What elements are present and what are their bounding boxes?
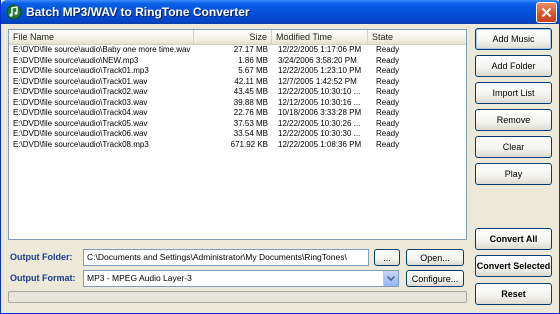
cell-file-name: E:\DVD\file source\audio\Track05.wav bbox=[13, 118, 148, 128]
table-row[interactable]: E:\DVD\file source\audio\Track04.wav 22.… bbox=[9, 108, 466, 119]
cell-modified-time: 12/22/2005 10:30:30 ... bbox=[278, 129, 361, 138]
table-row[interactable]: E:\DVD\file source\audio\Track02.wav 43.… bbox=[9, 87, 466, 98]
cell-file-name: E:\DVD\file source\audio\Track02.wav bbox=[13, 87, 148, 96]
table-row[interactable]: E:\DVD\file source\audio\NEW.mp3 1.86 MB… bbox=[9, 56, 466, 67]
music-note-icon bbox=[6, 4, 22, 20]
import-list-button[interactable]: Import List bbox=[475, 82, 552, 104]
cell-modified-time: 12/7/2005 1:42:52 PM bbox=[278, 76, 357, 86]
cell-modified-time: 3/24/2006 3:58:20 PM bbox=[278, 55, 357, 65]
cell-state: Ready bbox=[376, 87, 400, 96]
cell-file-name: E:\DVD\file source\audio\Baby one more t… bbox=[13, 45, 191, 54]
cell-file-name: E:\DVD\file source\audio\Track03.wav bbox=[13, 97, 148, 107]
table-row[interactable]: E:\DVD\file source\audio\Track06.wav 33.… bbox=[9, 129, 466, 140]
column-header-file-name[interactable]: File Name bbox=[9, 30, 194, 45]
cell-modified-time: 12/22/2005 1:23:10 PM bbox=[278, 66, 362, 75]
cell-file-name: E:\DVD\file source\audio\NEW.mp3 bbox=[13, 55, 139, 65]
add-music-button[interactable]: Add Music bbox=[475, 28, 552, 50]
table-row[interactable]: E:\DVD\file source\audio\Track08.mp3 671… bbox=[9, 140, 466, 151]
column-header-size[interactable]: Size bbox=[194, 30, 272, 45]
list-body: E:\DVD\file source\audio\Baby one more t… bbox=[9, 45, 466, 150]
table-row[interactable]: E:\DVD\file source\audio\Baby one more t… bbox=[9, 45, 466, 56]
output-folder-field[interactable]: C:\Documents and Settings\Administrator\… bbox=[83, 249, 369, 266]
cell-size: 22.76 MB bbox=[233, 108, 268, 117]
convert-selected-button[interactable]: Convert Selected bbox=[475, 255, 552, 277]
output-format-select[interactable]: MP3 - MPEG Audio Layer-3 bbox=[83, 270, 399, 287]
cell-file-name: E:\DVD\file source\audio\Track08.mp3 bbox=[13, 139, 149, 149]
configure-button[interactable]: Configure... bbox=[406, 270, 464, 287]
cell-state: Ready bbox=[376, 139, 400, 149]
cell-file-name: E:\DVD\file source\audio\Track01.wav bbox=[13, 76, 148, 86]
cell-size: 43.45 MB bbox=[233, 87, 268, 96]
cell-file-name: E:\DVD\file source\audio\Track06.wav bbox=[13, 129, 148, 138]
cell-state: Ready bbox=[376, 55, 400, 65]
cell-state: Ready bbox=[376, 108, 400, 117]
remove-button[interactable]: Remove bbox=[475, 109, 552, 131]
close-icon bbox=[541, 7, 552, 18]
column-header-modified-time[interactable]: Modified Time bbox=[272, 30, 368, 45]
table-row[interactable]: E:\DVD\file source\audio\Track01.mp3 5.6… bbox=[9, 66, 466, 77]
cell-size: 671.92 KB bbox=[230, 139, 268, 149]
cell-modified-time: 12/22/2005 10:30:10 ... bbox=[278, 87, 361, 96]
cell-modified-time: 12/22/2005 10:30:26 ... bbox=[278, 118, 361, 128]
cell-state: Ready bbox=[376, 129, 400, 138]
cell-state: Ready bbox=[376, 66, 400, 75]
play-button[interactable]: Play bbox=[475, 163, 552, 185]
conversion-progress-bar bbox=[8, 291, 467, 303]
cell-state: Ready bbox=[376, 45, 400, 54]
chevron-down-icon bbox=[387, 276, 395, 281]
cell-size: 27.17 MB bbox=[233, 45, 268, 54]
cell-file-name: E:\DVD\file source\audio\Track01.mp3 bbox=[13, 66, 149, 75]
cell-modified-time: 12/12/2005 10:30:16 ... bbox=[278, 97, 361, 107]
cell-modified-time: 10/18/2006 3:33:28 PM bbox=[278, 108, 362, 117]
list-header: File Name Size Modified Time State bbox=[9, 30, 466, 45]
cell-size: 5.67 MB bbox=[238, 66, 268, 75]
output-format-label: Output Format: bbox=[10, 273, 76, 283]
close-button[interactable] bbox=[536, 2, 557, 23]
cell-modified-time: 12/22/2005 1:08:36 PM bbox=[278, 139, 362, 149]
column-header-state[interactable]: State bbox=[368, 30, 466, 45]
cell-size: 39.88 MB bbox=[233, 97, 268, 107]
open-button[interactable]: Open... bbox=[406, 249, 464, 266]
cell-state: Ready bbox=[376, 97, 400, 107]
cell-state: Ready bbox=[376, 76, 400, 86]
browse-button[interactable]: ... bbox=[374, 249, 400, 266]
table-row[interactable]: E:\DVD\file source\audio\Track05.wav 37.… bbox=[9, 119, 466, 130]
main-window: Batch MP3/WAV to RingTone Converter File… bbox=[0, 0, 560, 314]
table-row[interactable]: E:\DVD\file source\audio\Track03.wav 39.… bbox=[9, 98, 466, 109]
output-folder-label: Output Folder: bbox=[10, 252, 73, 262]
convert-all-button[interactable]: Convert All bbox=[475, 228, 552, 250]
add-folder-button[interactable]: Add Folder bbox=[475, 55, 552, 77]
clear-button[interactable]: Clear bbox=[475, 136, 552, 158]
file-list[interactable]: File Name Size Modified Time State E:\DV… bbox=[8, 29, 467, 240]
dropdown-button[interactable] bbox=[383, 271, 398, 286]
cell-size: 42.11 MB bbox=[234, 76, 268, 86]
cell-size: 37.53 MB bbox=[233, 118, 268, 128]
window-title: Batch MP3/WAV to RingTone Converter bbox=[26, 5, 250, 19]
cell-size: 33.54 MB bbox=[233, 129, 268, 138]
table-row[interactable]: E:\DVD\file source\audio\Track01.wav 42.… bbox=[9, 77, 466, 88]
cell-state: Ready bbox=[376, 118, 400, 128]
cell-modified-time: 12/22/2005 1:17:06 PM bbox=[278, 45, 362, 54]
cell-size: 1.86 MB bbox=[238, 55, 268, 65]
reset-button[interactable]: Reset bbox=[475, 283, 552, 305]
output-format-value: MP3 - MPEG Audio Layer-3 bbox=[87, 273, 192, 283]
cell-file-name: E:\DVD\file source\audio\Track04.wav bbox=[13, 108, 148, 117]
title-bar: Batch MP3/WAV to RingTone Converter bbox=[1, 0, 560, 24]
